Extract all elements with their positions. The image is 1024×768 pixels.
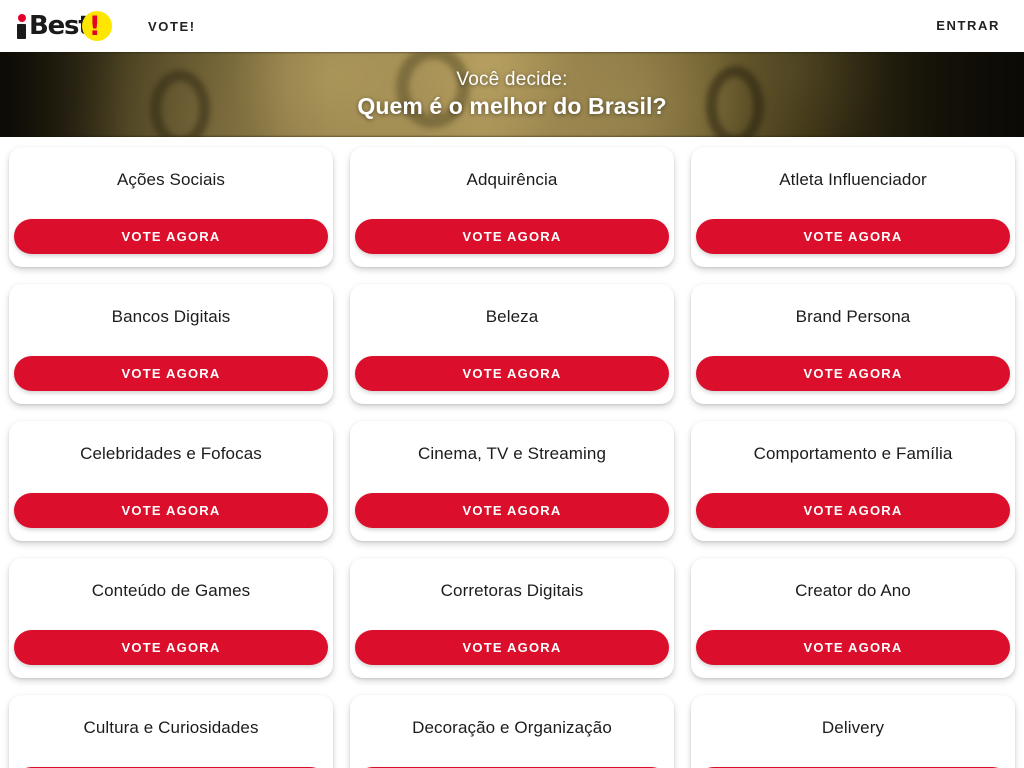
category-card: Corretoras Digitais VOTE AGORA — [350, 558, 674, 678]
category-grid: Ações Sociais VOTE AGORA Adquirência VOTE A… — [0, 137, 1024, 768]
login-link[interactable]: ENTRAR — [936, 18, 1000, 33]
category-title: Celebridades e Fofocas — [80, 444, 262, 463]
ibest-logo[interactable]: Best ! — [14, 8, 118, 44]
vote-now-button[interactable]: VOTE AGORA — [14, 493, 328, 528]
logo-wordmark: Best — [29, 11, 91, 41]
category-card: Beleza VOTE AGORA — [350, 284, 674, 404]
vote-now-button[interactable]: VOTE AGORA — [696, 493, 1010, 528]
category-card: Adquirência VOTE AGORA — [350, 147, 674, 267]
vote-now-button[interactable]: VOTE AGORA — [355, 219, 669, 254]
hero-title: Quem é o melhor do Brasil? — [357, 93, 667, 119]
logo-exclamation-icon: ! — [88, 11, 101, 42]
vote-now-button[interactable]: VOTE AGORA — [14, 356, 328, 391]
hero-banner: Você decide: Quem é o melhor do Brasil? — [0, 52, 1024, 137]
nav-right-group: ENTRAR — [936, 17, 1000, 35]
category-card: Cinema, TV e Streaming VOTE AGORA — [350, 421, 674, 541]
category-card: Bancos Digitais VOTE AGORA — [9, 284, 333, 404]
logo-i-stem-icon — [17, 24, 26, 39]
category-title: Adquirência — [466, 170, 558, 189]
category-title: Cinema, TV e Streaming — [417, 444, 607, 463]
category-title: Atleta Influenciador — [779, 170, 927, 189]
vote-now-button[interactable]: VOTE AGORA — [696, 630, 1010, 665]
nav-left-group: Best ! VOTE! — [14, 8, 196, 44]
category-title: Brand Persona — [795, 307, 911, 326]
vote-now-button[interactable]: VOTE AGORA — [355, 356, 669, 391]
category-card: Cultura e CuriosidadesVOTE AGORA — [9, 695, 333, 768]
category-card: Brand Persona VOTE AGORA — [691, 284, 1015, 404]
category-title: Beleza — [485, 307, 539, 326]
category-title: Cultura e Curiosidades — [83, 718, 259, 737]
category-card: Comportamento e Família VOTE AGORA — [691, 421, 1015, 541]
category-card: Conteúdo de Games VOTE AGORA — [9, 558, 333, 678]
category-title: Comportamento e Família — [753, 444, 953, 463]
vote-now-button[interactable]: VOTE AGORA — [355, 630, 669, 665]
category-title: Corretoras Digitais — [440, 581, 584, 600]
logo-i-dot-icon — [18, 14, 26, 22]
hero-text-block: Você decide: Quem é o melhor do Brasil? — [0, 52, 1024, 137]
top-navigation-bar: Best ! VOTE! ENTRAR — [0, 0, 1024, 52]
vote-now-button[interactable]: VOTE AGORA — [696, 219, 1010, 254]
category-title: Creator do Ano — [795, 581, 911, 600]
nav-link-vote[interactable]: VOTE! — [148, 19, 196, 34]
vote-now-button[interactable]: VOTE AGORA — [14, 630, 328, 665]
category-title: Ações Sociais — [116, 170, 226, 189]
category-card: Atleta Influenciador VOTE AGORA — [691, 147, 1015, 267]
category-title: Conteúdo de Games — [91, 581, 251, 600]
vote-now-button[interactable]: VOTE AGORA — [355, 493, 669, 528]
hero-subtitle: Você decide: — [456, 69, 568, 90]
category-title: Bancos Digitais — [111, 307, 231, 326]
category-card: Creator do Ano VOTE AGORA — [691, 558, 1015, 678]
category-card: Celebridades e Fofocas VOTE AGORA — [9, 421, 333, 541]
category-title: Delivery — [821, 718, 885, 737]
category-card: Decoração e OrganizaçãoVOTE AGORA — [350, 695, 674, 768]
vote-now-button[interactable]: VOTE AGORA — [696, 356, 1010, 391]
vote-now-button[interactable]: VOTE AGORA — [14, 219, 328, 254]
category-card: DeliveryVOTE AGORA — [691, 695, 1015, 768]
category-card: Ações Sociais VOTE AGORA — [9, 147, 333, 267]
category-title: Decoração e Organização — [412, 718, 612, 737]
